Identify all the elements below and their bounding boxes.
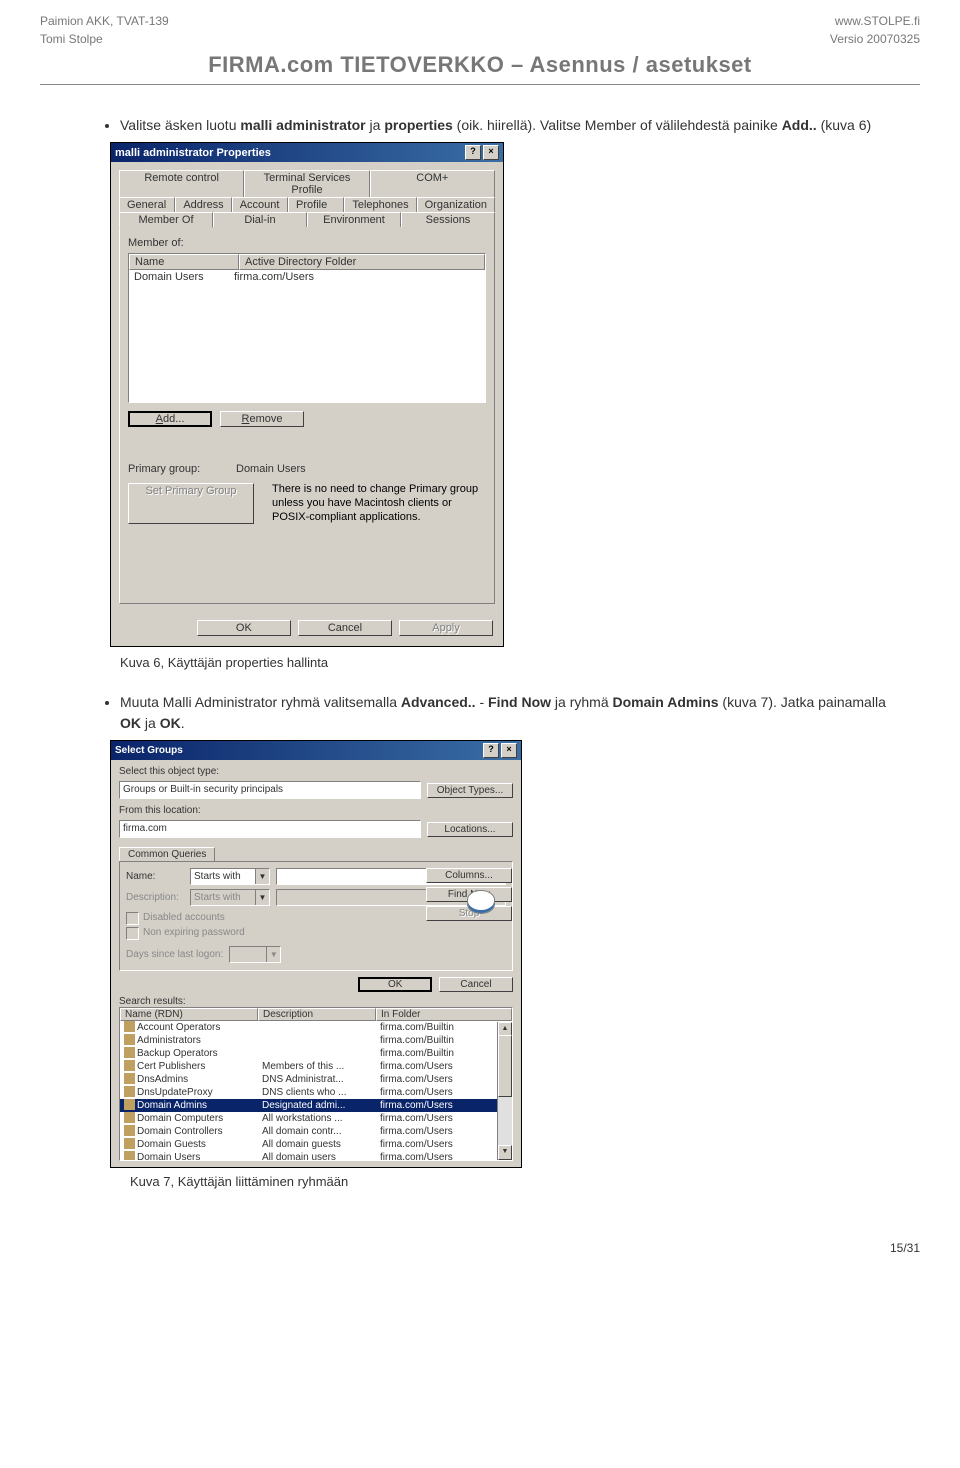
bullet-1: Valitse äsken luotu malli administrator … bbox=[120, 115, 892, 136]
result-row[interactable]: Domain ComputersAll workstations ...firm… bbox=[120, 1112, 512, 1125]
properties-dialog: malli administrator Properties ? × Remot… bbox=[110, 142, 504, 647]
close-button[interactable]: × bbox=[483, 145, 499, 160]
ok-button[interactable]: OK bbox=[358, 977, 432, 992]
result-row[interactable]: Domain AdminsDesignated admi...firma.com… bbox=[120, 1099, 512, 1112]
memberof-list[interactable]: Name Active Directory Folder Domain User… bbox=[128, 253, 486, 403]
result-row[interactable]: Domain ControllersAll domain contr...fir… bbox=[120, 1125, 512, 1138]
page-title: FIRMA.com TIETOVERKKO – Asennus / asetuk… bbox=[40, 52, 920, 78]
result-row[interactable]: Backup Operatorsfirma.com/Builtin bbox=[120, 1047, 512, 1060]
list-row[interactable]: Domain Users firma.com/Users bbox=[129, 270, 485, 285]
result-row[interactable]: DnsAdminsDNS Administrat...firma.com/Use… bbox=[120, 1073, 512, 1086]
result-row[interactable]: Cert PublishersMembers of this ...firma.… bbox=[120, 1060, 512, 1073]
result-row[interactable]: Administratorsfirma.com/Builtin bbox=[120, 1034, 512, 1047]
hdr-left-bottom: Tomi Stolpe bbox=[40, 30, 169, 48]
col-name[interactable]: Name bbox=[129, 254, 239, 270]
chevron-down-icon: ▼ bbox=[266, 947, 280, 962]
cancel-button[interactable]: Cancel bbox=[298, 620, 392, 636]
tab-terminal-services[interactable]: Terminal Services Profile bbox=[244, 170, 369, 197]
days-label: Days since last logon: bbox=[126, 949, 223, 960]
cancel-button[interactable]: Cancel bbox=[439, 977, 513, 992]
object-type-label: Select this object type: bbox=[119, 766, 513, 777]
scroll-down-icon[interactable]: ▼ bbox=[498, 1145, 512, 1160]
hdr-left-top: Paimion AKK, TVAT-139 bbox=[40, 12, 169, 30]
tab-environment[interactable]: Environment bbox=[307, 212, 401, 228]
primary-note: There is no need to change Primary group… bbox=[272, 483, 482, 524]
desc-label: Description: bbox=[126, 892, 184, 903]
nonexpiring-checkbox: Non expiring password bbox=[126, 927, 506, 940]
result-row[interactable]: Domain UsersAll domain usersfirma.com/Us… bbox=[120, 1151, 512, 1161]
name-match-combo[interactable]: Starts with▼ bbox=[190, 868, 270, 885]
apply-button: Apply bbox=[399, 620, 493, 636]
tab-telephones[interactable]: Telephones bbox=[344, 197, 416, 212]
tab-remote-control[interactable]: Remote control bbox=[119, 170, 244, 197]
tab-common-queries[interactable]: Common Queries bbox=[119, 847, 215, 862]
bullet-2: Muuta Malli Administrator ryhmä valitsem… bbox=[120, 692, 892, 734]
days-combo: ▼ bbox=[229, 946, 281, 963]
search-results-label: Search results: bbox=[119, 996, 513, 1007]
columns-button[interactable]: Columns... bbox=[426, 868, 512, 883]
chevron-down-icon: ▼ bbox=[255, 869, 269, 884]
caption-6: Kuva 6, Käyttäjän properties hallinta bbox=[120, 655, 892, 670]
page-number: 15/31 bbox=[40, 1211, 920, 1265]
search-results-list[interactable]: Name (RDN) Description In Folder Account… bbox=[119, 1007, 513, 1161]
tab-profile[interactable]: Profile bbox=[288, 197, 344, 212]
dialog-title: malli administrator Properties bbox=[115, 147, 271, 159]
chevron-down-icon: ▼ bbox=[255, 890, 269, 905]
object-type-input[interactable]: Groups or Built-in security principals bbox=[119, 781, 421, 799]
add-button[interactable]: Add... bbox=[128, 411, 212, 427]
tab-dial-in[interactable]: Dial-in bbox=[213, 212, 307, 228]
close-button[interactable]: × bbox=[501, 743, 517, 758]
tab-organization[interactable]: Organization bbox=[417, 197, 495, 212]
hdr-right-bottom: Versio 20070325 bbox=[830, 30, 920, 48]
dialog2-title: Select Groups bbox=[115, 745, 183, 756]
caption-7: Kuva 7, Käyttäjän liittäminen ryhmään bbox=[130, 1174, 892, 1189]
dialog-titlebar[interactable]: malli administrator Properties ? × bbox=[111, 143, 503, 162]
scroll-thumb[interactable] bbox=[498, 1035, 512, 1097]
scrollbar[interactable]: ▲ ▼ bbox=[497, 1022, 512, 1160]
location-input[interactable]: firma.com bbox=[119, 820, 421, 838]
header-rule bbox=[40, 84, 920, 85]
desc-match-combo: Starts with▼ bbox=[190, 889, 270, 906]
ad-search-icon bbox=[468, 891, 494, 913]
dialog2-titlebar[interactable]: Select Groups ? × bbox=[111, 741, 521, 760]
help-button[interactable]: ? bbox=[465, 145, 481, 160]
help-button[interactable]: ? bbox=[483, 743, 499, 758]
col-folder[interactable]: In Folder bbox=[376, 1008, 512, 1021]
col-folder[interactable]: Active Directory Folder bbox=[239, 254, 485, 270]
tab-com-plus[interactable]: COM+ bbox=[370, 170, 495, 197]
name-label: Name: bbox=[126, 871, 184, 882]
result-row[interactable]: Domain GuestsAll domain guestsfirma.com/… bbox=[120, 1138, 512, 1151]
object-types-button[interactable]: Object Types... bbox=[427, 783, 513, 798]
result-row[interactable]: DnsUpdateProxyDNS clients who ...firma.c… bbox=[120, 1086, 512, 1099]
primary-group-label: Primary group: bbox=[128, 463, 218, 475]
hdr-right-top: www.STOLPE.fi bbox=[830, 12, 920, 30]
tab-sessions[interactable]: Sessions bbox=[401, 212, 495, 228]
tab-member-of[interactable]: Member Of bbox=[119, 212, 213, 228]
ok-button[interactable]: OK bbox=[197, 620, 291, 636]
tab-general[interactable]: General bbox=[119, 197, 175, 212]
set-primary-button: Set Primary Group bbox=[128, 483, 254, 524]
col-name[interactable]: Name (RDN) bbox=[120, 1008, 258, 1021]
col-desc[interactable]: Description bbox=[258, 1008, 376, 1021]
remove-button[interactable]: Remove bbox=[220, 411, 304, 427]
location-label: From this location: bbox=[119, 805, 513, 816]
tab-address[interactable]: Address bbox=[175, 197, 231, 212]
tab-account[interactable]: Account bbox=[232, 197, 288, 212]
select-groups-dialog: Select Groups ? × Select this object typ… bbox=[110, 740, 522, 1168]
locations-button[interactable]: Locations... bbox=[427, 822, 513, 837]
primary-group-value: Domain Users bbox=[236, 463, 306, 475]
memberof-label: Member of: bbox=[128, 237, 486, 249]
result-row[interactable]: Account Operatorsfirma.com/Builtin bbox=[120, 1021, 512, 1034]
